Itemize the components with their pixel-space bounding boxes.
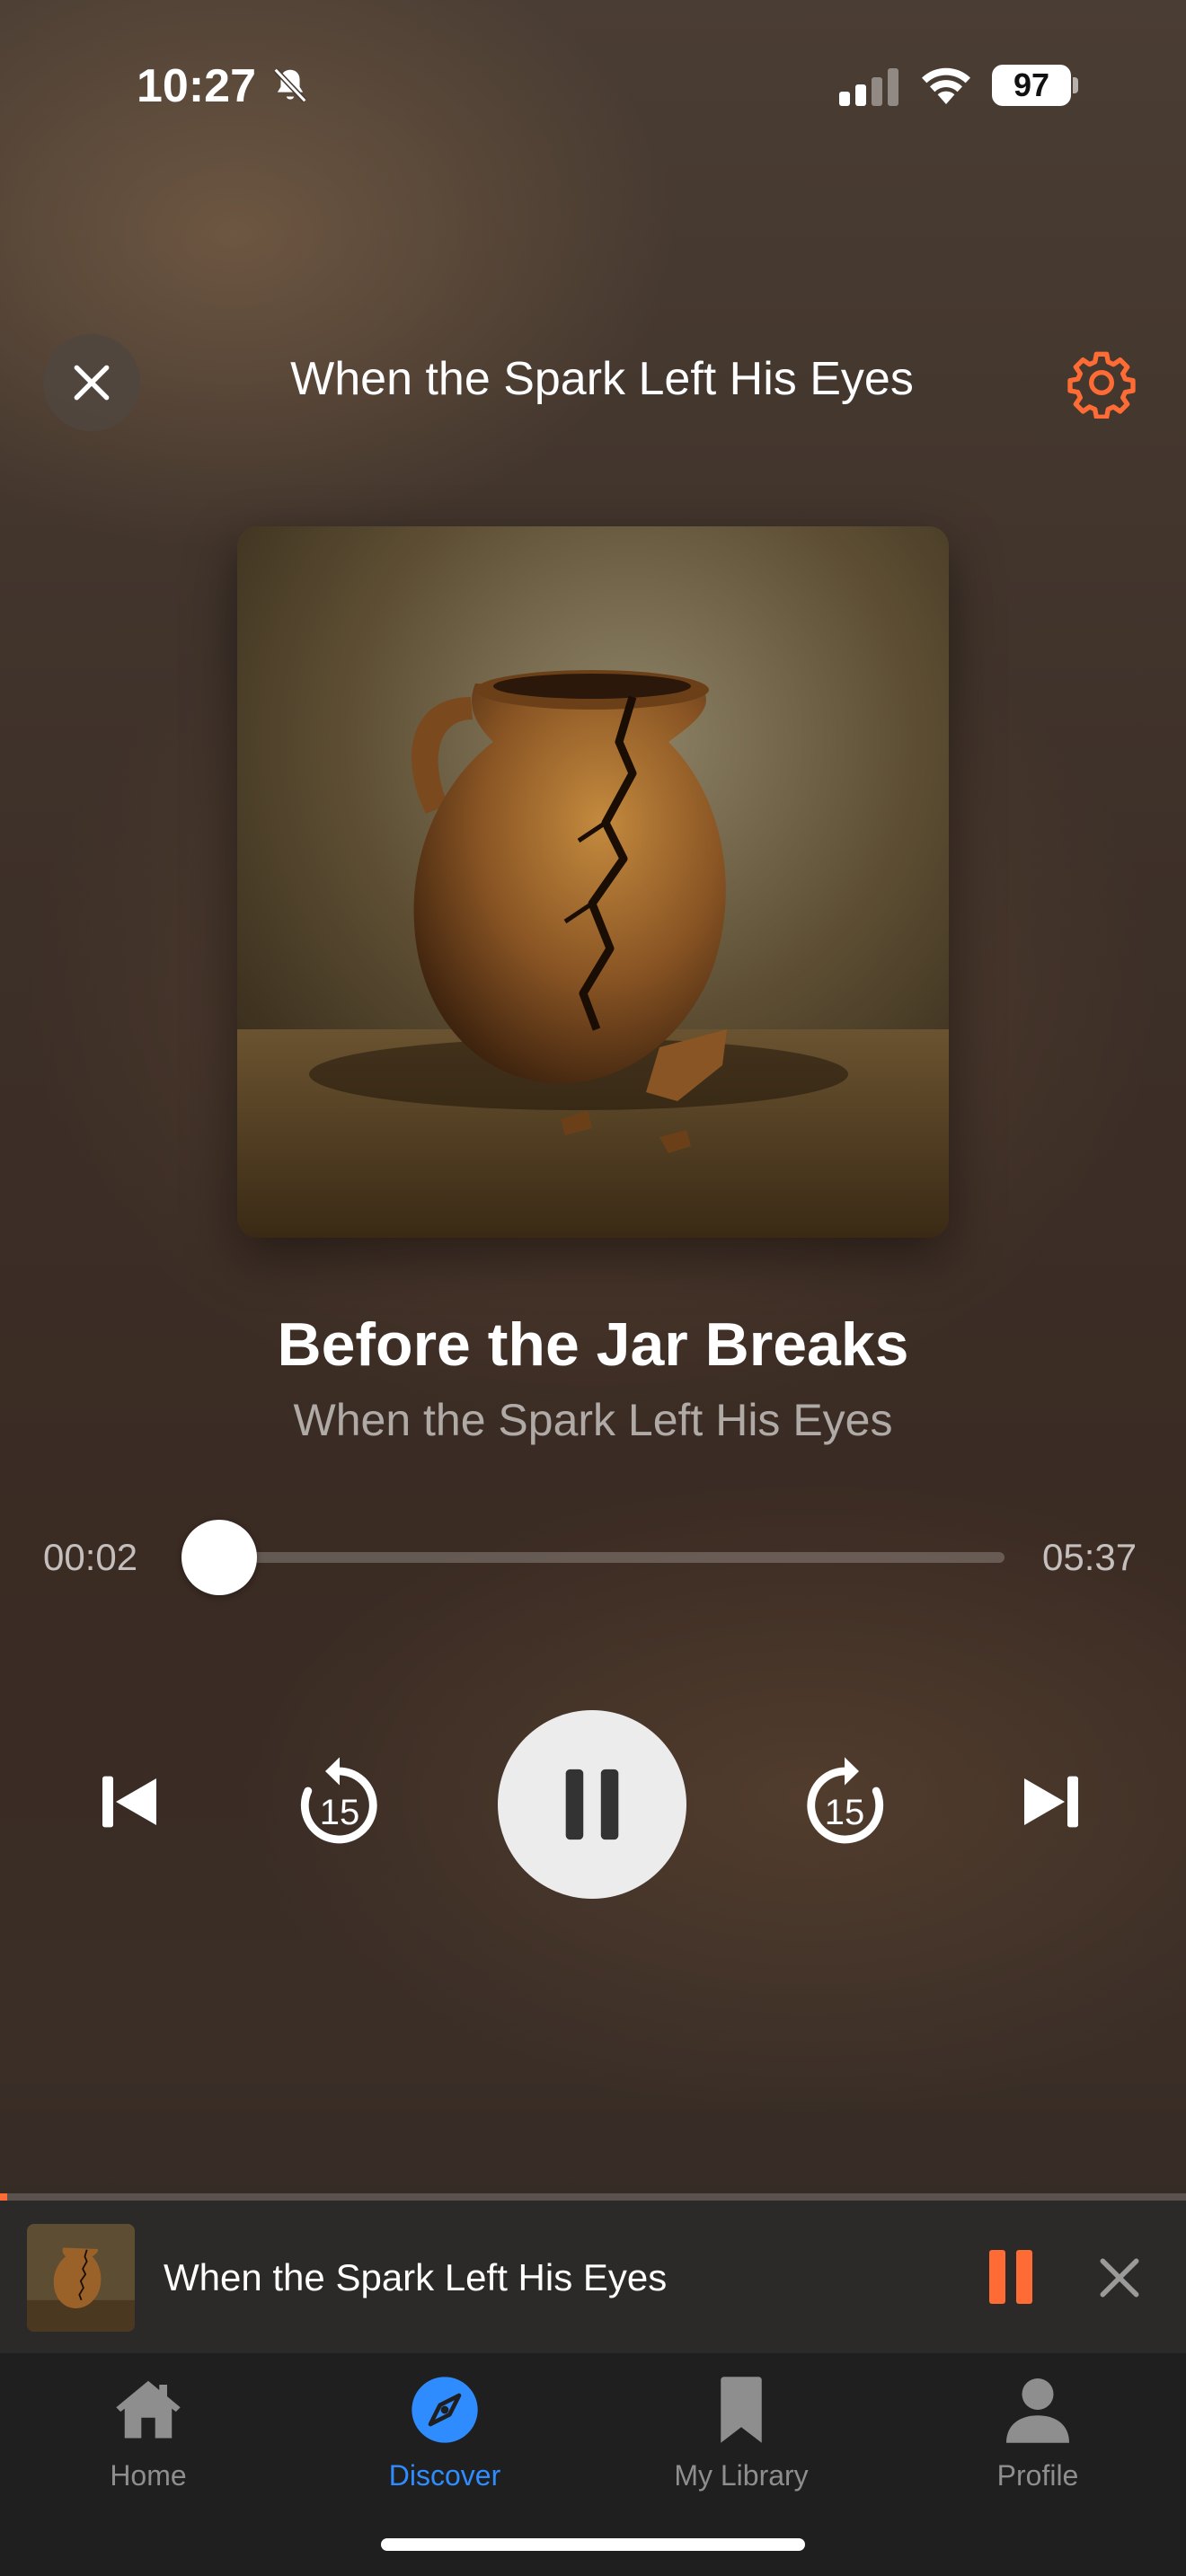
forward-15-button[interactable]: 15	[798, 1751, 891, 1852]
skip-next-button[interactable]	[1015, 1766, 1087, 1838]
forward-label: 15	[825, 1793, 865, 1832]
tab-label-discover: Discover	[388, 2459, 501, 2492]
tab-label-profile: Profile	[996, 2459, 1079, 2492]
wifi-icon	[922, 67, 970, 104]
now-playing-screen: 10:27 97 When the Spark Left His Eyes Be…	[0, 0, 1186, 2576]
skip-previous-icon	[102, 1776, 156, 1828]
progress-slider[interactable]	[183, 1552, 1005, 1563]
pause-button[interactable]	[498, 1710, 686, 1899]
cracked-jar-painting	[237, 526, 949, 1238]
gear-icon[interactable]	[1066, 347, 1137, 419]
rewind-15-icon: 15	[300, 1757, 377, 1844]
time-elapsed: 00:02	[43, 1536, 138, 1578]
tab-profile[interactable]: Profile	[890, 2369, 1186, 2513]
mini-pause-button[interactable]	[987, 2247, 1035, 2307]
bookmark-icon	[701, 2369, 782, 2450]
mini-close-icon[interactable]	[1094, 2253, 1145, 2303]
skip-previous-button[interactable]	[93, 1766, 165, 1838]
bell-off-icon	[273, 67, 307, 103]
skip-next-icon	[1024, 1776, 1078, 1828]
battery-indicator: 97	[992, 65, 1071, 106]
mini-jar-thumbnail	[27, 2224, 135, 2332]
rewind-15-button[interactable]: 15	[293, 1751, 386, 1852]
album-artwork	[237, 526, 949, 1238]
tab-label-home: Home	[110, 2459, 187, 2492]
mini-progress-bar	[0, 2193, 1186, 2201]
close-icon	[74, 365, 110, 401]
tab-my-library[interactable]: My Library	[593, 2369, 890, 2513]
compass-icon	[404, 2369, 485, 2450]
person-icon	[997, 2369, 1078, 2450]
mini-player[interactable]: When the Spark Left His Eyes	[0, 2201, 1186, 2353]
progress-thumb[interactable]	[181, 1520, 257, 1595]
tab-home[interactable]: Home	[0, 2369, 296, 2513]
mini-player-title: When the Spark Left His Eyes	[164, 2256, 668, 2298]
album-name: When the Spark Left His Eyes	[293, 1395, 893, 1445]
battery-tip	[1073, 77, 1078, 93]
cellular-signal-icon	[839, 68, 898, 106]
home-indicator	[381, 2538, 805, 2551]
mini-progress-fill	[0, 2193, 7, 2201]
rewind-label: 15	[320, 1793, 360, 1832]
track-title: Before the Jar Breaks	[277, 1310, 909, 1379]
page-title: When the Spark Left His Eyes	[290, 353, 914, 405]
forward-15-icon: 15	[807, 1757, 884, 1844]
status-bar: 10:27 97	[0, 0, 1186, 180]
pause-icon	[565, 1769, 619, 1840]
close-button[interactable]	[43, 334, 140, 431]
tab-discover[interactable]: Discover	[296, 2369, 593, 2513]
time-total: 05:37	[1042, 1536, 1137, 1578]
status-time: 10:27	[137, 60, 256, 112]
home-icon	[108, 2369, 189, 2450]
mini-artwork	[27, 2224, 135, 2332]
tab-label-my-library: My Library	[674, 2459, 809, 2492]
